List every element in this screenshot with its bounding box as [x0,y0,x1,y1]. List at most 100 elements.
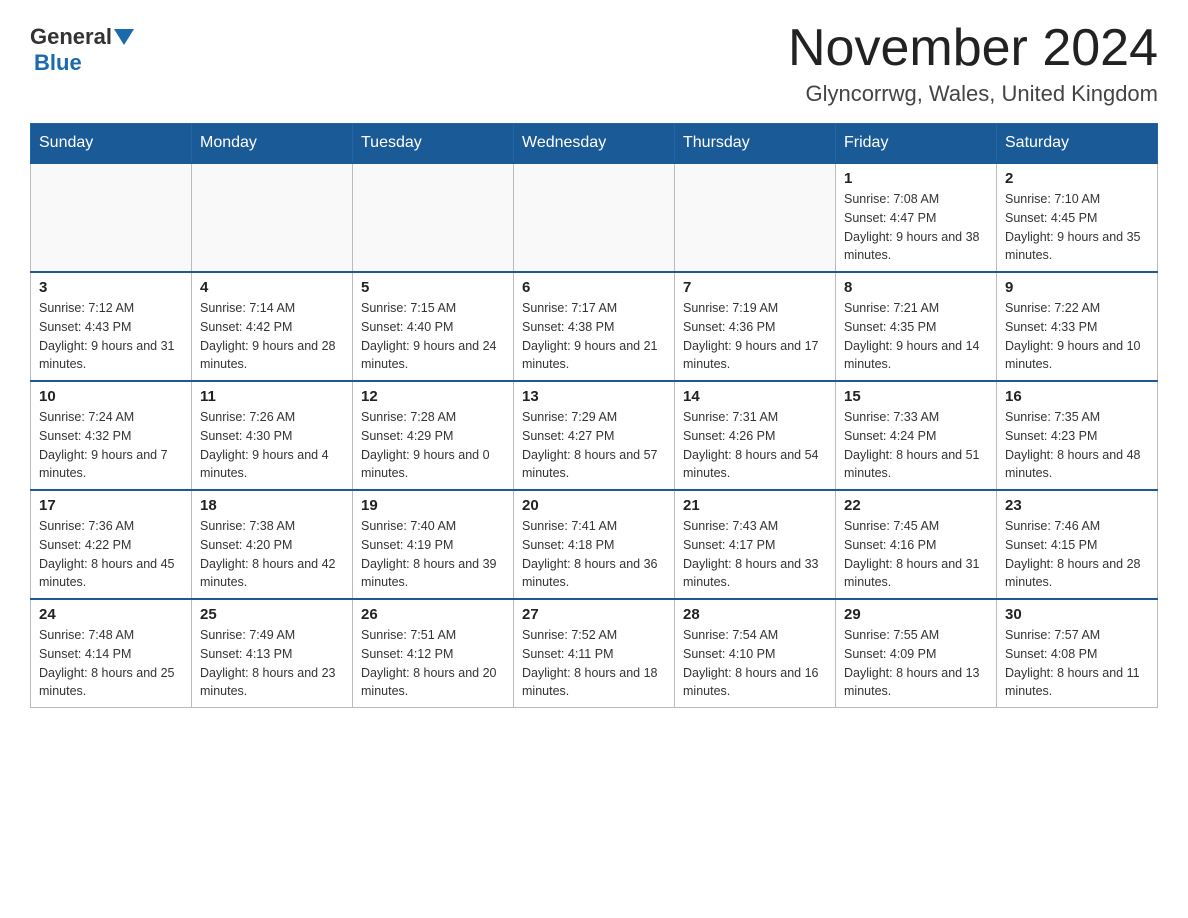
day-info-line: Sunrise: 7:35 AM [1005,410,1100,424]
day-info: Sunrise: 7:28 AMSunset: 4:29 PMDaylight:… [361,408,505,483]
day-info-line: Sunrise: 7:52 AM [522,628,617,642]
day-info: Sunrise: 7:33 AMSunset: 4:24 PMDaylight:… [844,408,988,483]
day-number: 17 [39,497,183,514]
day-number: 19 [361,497,505,514]
calendar-cell: 24 Sunrise: 7:48 AMSunset: 4:14 PMDayligh… [31,599,192,708]
day-info-line: Sunset: 4:22 PM [39,538,131,552]
calendar-cell: 23Sunrise: 7:46 AMSunset: 4:15 PMDayligh… [997,490,1158,599]
day-info-line: Daylight: 9 hours and 21 minutes. [522,339,658,372]
weekday-header-monday: Monday [192,124,353,164]
title-block: November 2024 Glyncorrwg, Wales, United … [788,20,1158,107]
day-info-line: Sunrise: 7:55 AM [844,628,939,642]
day-info-line: Sunset: 4:10 PM [683,647,775,661]
day-info-line: Sunset: 4:09 PM [844,647,936,661]
day-info-line: Sunrise: 7:38 AM [200,519,295,533]
day-info-line: Daylight: 8 hours and 42 minutes. [200,557,336,590]
day-info-line: Daylight: 8 hours and 11 minutes. [1005,666,1140,699]
day-number: 24 [39,606,183,623]
day-info-line: Sunrise: 7:54 AM [683,628,778,642]
day-number: 21 [683,497,827,514]
day-info-line: Sunset: 4:19 PM [361,538,453,552]
day-info-line: Sunset: 4:35 PM [844,320,936,334]
day-number: 14 [683,388,827,405]
calendar-cell: 21Sunrise: 7:43 AMSunset: 4:17 PMDayligh… [675,490,836,599]
day-info-line: Sunset: 4:29 PM [361,429,453,443]
day-info-line: Sunrise: 7:29 AM [522,410,617,424]
day-info: Sunrise: 7:51 AMSunset: 4:12 PMDaylight:… [361,626,505,701]
day-info-line: Daylight: 8 hours and 36 minutes. [522,557,658,590]
day-info-line: Daylight: 9 hours and 35 minutes. [1005,230,1141,263]
day-info-line: Daylight: 8 hours and 18 minutes. [522,666,658,699]
day-info-line: Sunset: 4:23 PM [1005,429,1097,443]
day-info-line: Sunrise: 7:49 AM [200,628,295,642]
day-info-line: Sunset: 4:27 PM [522,429,614,443]
calendar-cell [353,163,514,272]
day-info-line: Daylight: 8 hours and 20 minutes. [361,666,497,699]
day-info-line: Daylight: 8 hours and 33 minutes. [683,557,819,590]
calendar-cell: 12Sunrise: 7:28 AMSunset: 4:29 PMDayligh… [353,381,514,490]
day-info-line: Sunrise: 7:22 AM [1005,301,1100,315]
calendar-cell: 29Sunrise: 7:55 AMSunset: 4:09 PMDayligh… [836,599,997,708]
calendar-cell: 14 Sunrise: 7:31 AMSunset: 4:26 PMDayligh… [675,381,836,490]
day-info: Sunrise: 7:21 AMSunset: 4:35 PMDaylight:… [844,299,988,374]
day-number: 13 [522,388,666,405]
calendar-header: SundayMondayTuesdayWednesdayThursdayFrid… [31,124,1158,164]
day-number: 3 [39,279,183,296]
day-info-line: Sunset: 4:11 PM [522,647,614,661]
day-info: Sunrise: 7:17 AMSunset: 4:38 PMDaylight:… [522,299,666,374]
day-number: 4 [200,279,344,296]
calendar-cell: 1Sunrise: 7:08 AMSunset: 4:47 PMDaylight… [836,163,997,272]
calendar-cell: 8 Sunrise: 7:21 AMSunset: 4:35 PMDaylight… [836,272,997,381]
day-info-line: Daylight: 9 hours and 28 minutes. [200,339,336,372]
calendar-week-row: 17Sunrise: 7:36 AMSunset: 4:22 PMDayligh… [31,490,1158,599]
day-info-line: Sunrise: 7:40 AM [361,519,456,533]
calendar-cell: 16Sunrise: 7:35 AMSunset: 4:23 PMDayligh… [997,381,1158,490]
day-number: 10 [39,388,183,405]
day-info-line: Sunset: 4:17 PM [683,538,775,552]
calendar-cell: 22Sunrise: 7:45 AMSunset: 4:16 PMDayligh… [836,490,997,599]
day-info-line: Sunrise: 7:41 AM [522,519,617,533]
day-info: Sunrise: 7:35 AMSunset: 4:23 PMDaylight:… [1005,408,1149,483]
day-number: 27 [522,606,666,623]
day-info-line: Sunset: 4:13 PM [200,647,292,661]
day-info-line: Sunrise: 7:10 AM [1005,192,1100,206]
calendar-cell: 26Sunrise: 7:51 AMSunset: 4:12 PMDayligh… [353,599,514,708]
day-info-line: Daylight: 8 hours and 23 minutes. [200,666,336,699]
day-info-line: Daylight: 9 hours and 24 minutes. [361,339,497,372]
weekday-header-tuesday: Tuesday [353,124,514,164]
day-info-line: Daylight: 9 hours and 31 minutes. [39,339,175,372]
day-info: Sunrise: 7:14 AM Sunset: 4:42 PM Daylight:… [200,299,344,374]
day-number: 11 [200,388,344,405]
day-info: Sunrise: 7:48 AMSunset: 4:14 PMDaylight:… [39,626,183,701]
calendar-cell [192,163,353,272]
day-info: Sunrise: 7:10 AMSunset: 4:45 PMDaylight:… [1005,190,1149,265]
day-info-line: Sunset: 4:36 PM [683,320,775,334]
day-info: Sunrise: 7:46 AMSunset: 4:15 PMDaylight:… [1005,517,1149,592]
day-info-line: Sunset: 4:14 PM [39,647,131,661]
day-info-line: Sunrise: 7:31 AM [683,410,778,424]
day-info-line: Sunrise: 7:12 AM [39,301,134,315]
day-number: 2 [1005,170,1149,187]
day-number: 8 [844,279,988,296]
day-number: 7 [683,279,827,296]
calendar-cell: 20Sunrise: 7:41 AMSunset: 4:18 PMDayligh… [514,490,675,599]
logo: General Blue [30,20,136,76]
day-info-line: Sunrise: 7:14 AM [200,301,295,315]
day-info-line: Sunset: 4:42 PM [200,320,292,334]
day-info: Sunrise: 7:31 AMSunset: 4:26 PMDaylight:… [683,408,827,483]
day-info-line: Daylight: 8 hours and 57 minutes. [522,448,658,481]
day-info: Sunrise: 7:38 AMSunset: 4:20 PMDaylight:… [200,517,344,592]
calendar-cell: 13 Sunrise: 7:29 AM Sunset: 4:27 PM Dayligh… [514,381,675,490]
day-info: Sunrise: 7:57 AMSunset: 4:08 PMDaylight:… [1005,626,1149,701]
day-number: 20 [522,497,666,514]
calendar-week-row: 10Sunrise: 7:24 AMSunset: 4:32 PMDayligh… [31,381,1158,490]
day-info-line: Sunset: 4:47 PM [844,211,936,225]
day-info: Sunrise: 7:29 AM Sunset: 4:27 PM Daylight:… [522,408,666,483]
day-info-line: Sunset: 4:32 PM [39,429,131,443]
day-info-line: Sunrise: 7:57 AM [1005,628,1100,642]
day-number: 15 [844,388,988,405]
day-info-line: Sunset: 4:43 PM [39,320,131,334]
day-info-line: Sunset: 4:38 PM [522,320,614,334]
day-number: 28 [683,606,827,623]
calendar-cell: 10Sunrise: 7:24 AMSunset: 4:32 PMDayligh… [31,381,192,490]
